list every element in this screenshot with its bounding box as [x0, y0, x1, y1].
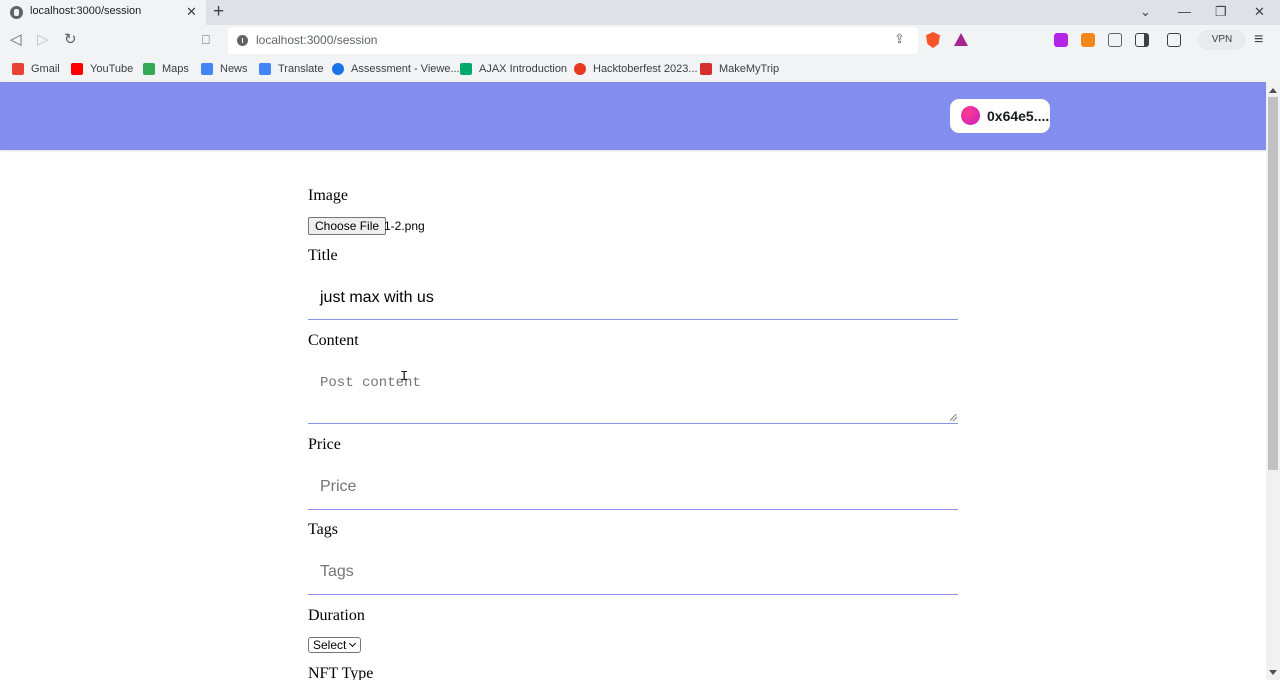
bookmark-label: YouTube — [90, 63, 134, 75]
maximize-button[interactable]: ❐ — [1215, 2, 1227, 22]
bookmark-label: AJAX Introduction — [479, 63, 568, 75]
forward-button[interactable]: ▷ — [37, 30, 49, 50]
price-placeholder: Price — [320, 478, 357, 495]
browser-tab[interactable]: localhost:3000/session ✕ — [0, 0, 206, 25]
wallet-button[interactable]: 0x64e5.... — [950, 99, 1050, 133]
bookmark-label: Translate — [278, 63, 324, 75]
tab-close-icon[interactable]: ✕ — [186, 3, 197, 21]
title-label: Title — [308, 247, 338, 264]
tags-placeholder: Tags — [320, 563, 354, 580]
w3schools-icon — [460, 63, 472, 75]
bookmark-label: Hacktoberfest 2023... — [593, 63, 698, 75]
brave-rewards-icon[interactable] — [954, 33, 968, 46]
title-value: just max with us — [320, 289, 434, 306]
chevron-down-icon — [348, 639, 357, 648]
resize-handle-icon[interactable] — [950, 414, 957, 421]
metamask-icon[interactable] — [1081, 33, 1095, 47]
site-info-icon[interactable] — [237, 35, 248, 46]
bookmark-ajax[interactable]: AJAX Introduction — [460, 60, 567, 78]
address-bar[interactable]: localhost:3000/session ⇪ — [228, 27, 918, 54]
minimize-button[interactable]: — — [1178, 2, 1191, 22]
close-window-button[interactable]: ✕ — [1254, 2, 1265, 22]
reload-button[interactable]: ↻ — [64, 30, 77, 50]
bookmark-label: Maps — [162, 63, 189, 75]
bookmarks-bar: Gmail YouTube Maps News Translate Assess… — [0, 57, 1280, 82]
wallet-avatar — [961, 106, 980, 125]
scrollbar-thumb[interactable] — [1268, 97, 1278, 470]
tags-label: Tags — [308, 521, 338, 538]
tags-input[interactable]: Tags — [308, 549, 958, 595]
extension-icon[interactable] — [1054, 33, 1068, 47]
hacktoberfest-icon — [574, 63, 586, 75]
bookmark-label: Gmail — [31, 63, 60, 75]
gmail-icon — [12, 63, 24, 75]
duration-select[interactable]: Select — [308, 637, 361, 653]
image-label: Image — [308, 187, 348, 204]
url-text[interactable]: localhost:3000/session — [256, 33, 377, 47]
duration-selected-value: Select — [313, 638, 347, 652]
wallet-address: 0x64e5.... — [987, 108, 1050, 124]
choose-file-button[interactable]: Choose File — [308, 217, 387, 235]
makemytrip-icon — [700, 63, 712, 75]
tab-search-icon[interactable]: ⌄ — [1140, 2, 1151, 22]
title-input[interactable]: just max with us — [308, 275, 958, 320]
translate-icon — [259, 63, 271, 75]
tab-title: localhost:3000/session — [30, 5, 142, 17]
selected-file-name: 1-2.png — [384, 219, 425, 233]
bookmark-icon[interactable]: ⎕ — [202, 30, 210, 50]
tab-strip: localhost:3000/session ✕ + ⌄ — ❐ ✕ — [0, 0, 1280, 25]
share-icon[interactable]: ⇪ — [894, 31, 905, 47]
price-label: Price — [308, 436, 341, 453]
back-button[interactable]: ◁ — [10, 30, 22, 50]
bookmark-gmail[interactable]: Gmail — [12, 60, 60, 78]
sidebar-icon[interactable] — [1135, 33, 1149, 47]
menu-icon[interactable]: ≡ — [1254, 30, 1263, 50]
text-cursor-icon: I — [400, 369, 409, 385]
assessment-icon — [332, 63, 344, 75]
wallet-icon[interactable] — [1167, 33, 1181, 47]
bookmark-makemytrip[interactable]: MakeMyTrip — [700, 60, 779, 78]
bookmark-label: Assessment - Viewe... — [351, 63, 460, 75]
bookmark-hacktoberfest[interactable]: Hacktoberfest 2023... — [574, 60, 698, 78]
youtube-icon — [71, 63, 83, 75]
price-input[interactable]: Price — [308, 464, 958, 510]
bookmark-label: News — [220, 63, 248, 75]
bookmark-translate[interactable]: Translate — [259, 60, 323, 78]
maps-icon — [143, 63, 155, 75]
duration-label: Duration — [308, 607, 365, 624]
nft-type-label: NFT Type — [308, 665, 374, 680]
bookmark-assessment[interactable]: Assessment - Viewe... — [332, 60, 460, 78]
bookmark-news[interactable]: News — [201, 60, 248, 78]
scroll-up-arrow-icon[interactable] — [1269, 88, 1277, 93]
bookmark-maps[interactable]: Maps — [143, 60, 189, 78]
vpn-button[interactable]: VPN — [1198, 30, 1246, 50]
puzzle-extensions-icon[interactable] — [1108, 33, 1122, 47]
bookmark-youtube[interactable]: YouTube — [71, 60, 133, 78]
new-tab-button[interactable]: + — [213, 1, 224, 23]
bookmark-label: MakeMyTrip — [719, 63, 780, 75]
globe-icon — [10, 6, 23, 19]
news-icon — [201, 63, 213, 75]
content-label: Content — [308, 332, 359, 349]
app-header: 0x64e5.... — [0, 82, 1266, 150]
scroll-down-arrow-icon[interactable] — [1269, 670, 1277, 675]
